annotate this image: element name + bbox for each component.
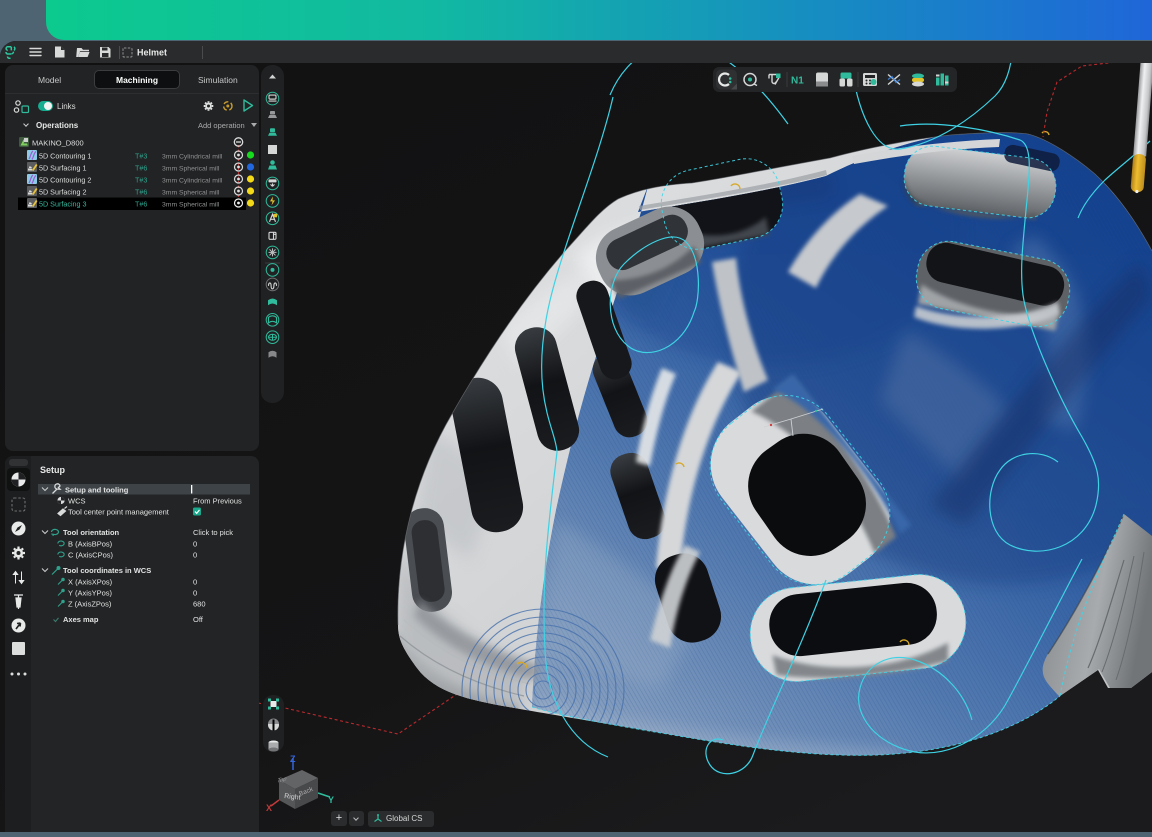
svg-text:5D Contouring 2: 5D Contouring 2 — [39, 176, 91, 185]
svg-text:Z: Z — [290, 754, 296, 764]
svg-text:Axes map: Axes map — [63, 615, 99, 624]
svg-text:Off: Off — [193, 615, 204, 624]
svg-text:T#6: T#6 — [135, 188, 147, 197]
svg-text:0: 0 — [193, 589, 197, 598]
svg-text:Tool center point management: Tool center point management — [68, 508, 170, 517]
svg-text:WCS: WCS — [68, 497, 86, 506]
svg-text:B (AxisBPos): B (AxisBPos) — [68, 540, 113, 549]
svg-text:Setup and tooling: Setup and tooling — [65, 486, 129, 495]
svg-text:3mm Spherical mill: 3mm Spherical mill — [162, 190, 220, 197]
svg-text:Tool orientation: Tool orientation — [63, 528, 120, 537]
svg-text:0: 0 — [193, 578, 197, 587]
svg-text:5D Contouring 1: 5D Contouring 1 — [39, 152, 91, 161]
svg-text:3mm Cylindrical mill: 3mm Cylindrical mill — [162, 178, 223, 185]
svg-text:T#3: T#3 — [135, 176, 147, 185]
svg-text:X (AxisXPos): X (AxisXPos) — [68, 578, 113, 587]
svg-text:0: 0 — [193, 540, 197, 549]
svg-text:T#6: T#6 — [135, 200, 147, 209]
svg-text:Helmet: Helmet — [137, 48, 167, 58]
svg-text:X: X — [266, 803, 272, 813]
svg-text:680: 680 — [193, 600, 206, 609]
svg-text:T#6: T#6 — [135, 164, 147, 173]
svg-text:5D Surfacing 2: 5D Surfacing 2 — [39, 188, 87, 197]
svg-text:Y: Y — [328, 795, 334, 805]
svg-text:3mm Spherical mill: 3mm Spherical mill — [162, 202, 220, 209]
svg-text:Tool coordinates in WCS: Tool coordinates in WCS — [63, 566, 151, 575]
svg-text:0: 0 — [193, 551, 197, 560]
svg-text:5D Surfacing 1: 5D Surfacing 1 — [39, 164, 87, 173]
svg-text:From Previous: From Previous — [193, 497, 242, 506]
svg-text:C (AxisCPos): C (AxisCPos) — [68, 551, 114, 560]
svg-text:Links: Links — [57, 102, 76, 111]
svg-text:T#3: T#3 — [135, 152, 147, 161]
svg-text:Z (AxisZPos): Z (AxisZPos) — [68, 600, 112, 609]
svg-text:3mm Cylindrical mill: 3mm Cylindrical mill — [162, 154, 223, 161]
svg-text:5D Surfacing 3: 5D Surfacing 3 — [39, 200, 87, 209]
svg-text:3mm Spherical mill: 3mm Spherical mill — [162, 166, 220, 173]
svg-text:Click to pick: Click to pick — [193, 528, 233, 537]
svg-text:Y (AxisYPos): Y (AxisYPos) — [68, 589, 113, 598]
svg-text:N1: N1 — [791, 76, 804, 87]
svg-text:MAKINO_D800: MAKINO_D800 — [32, 139, 84, 148]
